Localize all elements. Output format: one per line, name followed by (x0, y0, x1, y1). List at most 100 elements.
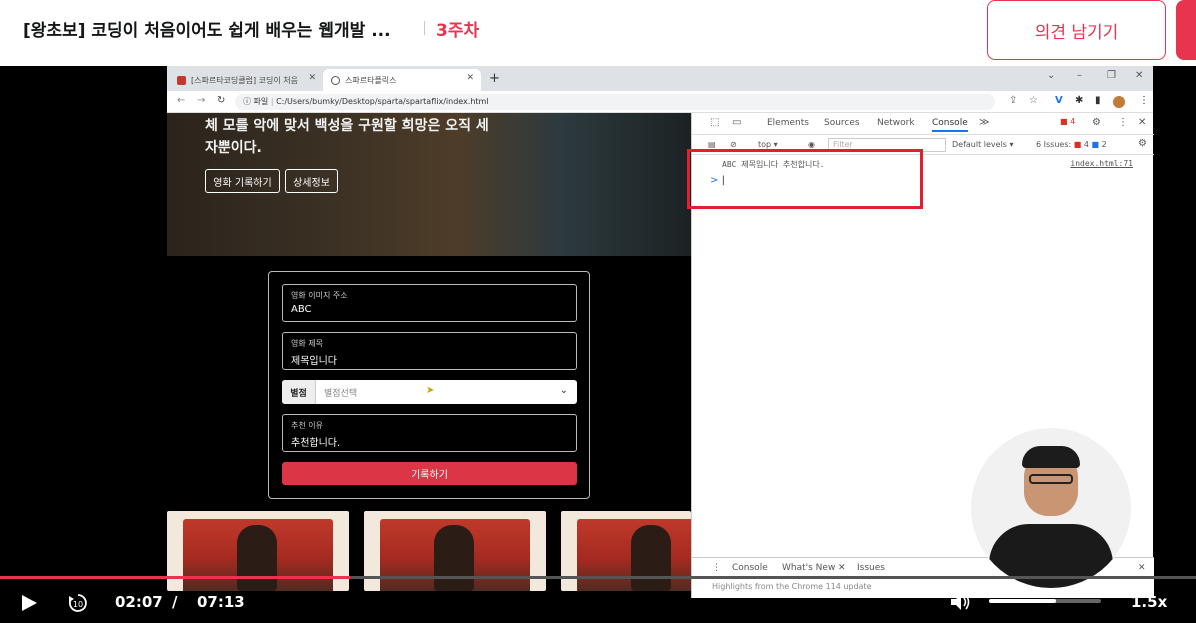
rating-tag: 별점 (282, 380, 316, 404)
kebab-menu-icon[interactable]: ⋮ (1118, 117, 1128, 128)
feedback-button[interactable]: 의견 남기기 (987, 0, 1166, 60)
profile-avatar[interactable] (1113, 96, 1125, 108)
title-field[interactable]: 영화 제목 제목입니다 (282, 332, 577, 370)
svg-text:10: 10 (73, 600, 83, 609)
webcam-hair (1022, 446, 1080, 468)
url-text: C:/Users/bumky/Desktop/sparta/spartaflix… (276, 97, 489, 106)
device-toolbar-icon[interactable]: ▭ (732, 117, 741, 128)
record-movie-button[interactable]: 영화 기록하기 (205, 169, 280, 193)
submit-button[interactable]: 기록하기 (282, 462, 577, 485)
hero-text-line: 자뿐이다. (205, 140, 262, 156)
console-source-link[interactable]: index.html:71 (1070, 159, 1133, 168)
course-header: [왕초보] 코딩이 처음이어도 쉽게 배우는 웹개발 ... 3주차 의견 남기… (0, 0, 1196, 66)
webpage: 체 모를 악에 맞서 백성을 구원할 희망은 오직 세 자뿐이다. 영화 기록하… (167, 113, 691, 598)
sidebar-icon[interactable]: ▮ (1095, 95, 1101, 106)
field-label: 영화 제목 (291, 339, 323, 348)
error-count: 4 (1070, 117, 1076, 126)
issues-info-count: 2 (1101, 140, 1107, 149)
share-icon[interactable]: ⇪ (1009, 95, 1017, 106)
volume-fill (989, 599, 1057, 603)
time-separator: / (172, 593, 178, 611)
rating-select[interactable]: 별점 별점선택 ➤ ⌄ (282, 380, 577, 404)
maximize-icon[interactable]: ❐ (1107, 70, 1116, 81)
issues-button[interactable]: 6 Issues: ■ 4 ■ 2 (1036, 140, 1107, 149)
tab-console[interactable]: Console (932, 118, 968, 132)
close-icon[interactable]: ✕ (1138, 117, 1146, 128)
hero-text-line: 체 모를 악에 맞서 백성을 구원할 희망은 오직 세 (205, 118, 489, 134)
tab-strip: [스파르타코딩클럽] 코딩이 처음 ✕ 스파르타플릭스 ✕ + ⌄ – ❐ ✕ (167, 66, 1153, 91)
details-button[interactable]: 상세정보 (285, 169, 338, 193)
movie-form: 영화 이미지 주소 ABC 영화 제목 제목입니다 별점 별점선택 ➤ ⌄ 추천… (268, 271, 590, 499)
minimize-icon[interactable]: – (1077, 70, 1082, 81)
inspect-icon[interactable]: ⬚ (710, 117, 719, 128)
current-time: 02:07 (115, 593, 163, 611)
hero-description: 체 모를 악에 맞서 백성을 구원할 희망은 오직 세 자뿐이다. (205, 115, 489, 159)
chevron-down-icon: ⌄ (559, 385, 568, 396)
tab-label: 스파르타플릭스 (345, 75, 397, 85)
close-icon[interactable]: ✕ (466, 73, 474, 83)
browser-tab-active[interactable]: 스파르타플릭스 ✕ (323, 69, 481, 91)
forward-icon[interactable]: → (197, 95, 205, 106)
tab-network[interactable]: Network (877, 118, 915, 128)
clear-console-icon[interactable]: ⊘ (730, 140, 737, 149)
progress-fill (0, 576, 351, 579)
log-levels-select[interactable]: Default levels ▾ (952, 140, 1014, 149)
rewind-10-icon[interactable]: 10 (66, 591, 90, 615)
more-tabs-icon[interactable]: ≫ (979, 117, 989, 128)
duration: 07:13 (197, 593, 245, 611)
tab-sources[interactable]: Sources (824, 118, 860, 128)
info-icon: ⓘ (243, 97, 251, 106)
highlight-box (687, 149, 923, 209)
issues-label: 6 Issues: (1036, 140, 1072, 149)
menu-icon[interactable]: ⋮ (1139, 95, 1149, 106)
devtools-tabbar: ⬚ ▭ Elements Sources Network Console ≫ ■… (692, 113, 1154, 135)
play-icon[interactable] (20, 594, 38, 612)
context-value: top (758, 140, 772, 149)
star-icon[interactable]: ☆ (1029, 95, 1038, 106)
instructor-webcam (971, 428, 1131, 588)
reload-icon[interactable]: ↻ (217, 95, 225, 106)
new-tab-icon[interactable]: + (489, 71, 500, 86)
back-icon[interactable]: ← (177, 95, 185, 106)
url-prefix: 파일 (253, 97, 269, 106)
week-label: 3주차 (436, 21, 480, 41)
divider (424, 21, 425, 35)
url-separator: | (270, 97, 274, 106)
issues-error-count: 4 (1083, 140, 1089, 149)
field-label: 영화 이미지 주소 (291, 291, 348, 300)
eye-icon[interactable]: ◉ (808, 140, 815, 149)
error-count-badge[interactable]: ■ 4 (1060, 117, 1075, 126)
browser-tab[interactable]: [스파르타코딩클럽] 코딩이 처음 ✕ (169, 69, 323, 91)
field-value: 추천합니다. (291, 438, 341, 449)
levels-value: Default levels (952, 140, 1007, 149)
tab-elements[interactable]: Elements (767, 118, 809, 128)
extension-v-icon[interactable]: V (1055, 95, 1063, 106)
image-url-field[interactable]: 영화 이미지 주소 ABC (282, 284, 577, 322)
url-field[interactable]: ⓘ 파일 | C:/Users/bumky/Desktop/sparta/spa… (235, 94, 995, 110)
playback-speed[interactable]: 1.5x (1131, 593, 1167, 611)
video-player[interactable]: [스파르타코딩클럽] 코딩이 처음 ✕ 스파르타플릭스 ✕ + ⌄ – ❐ ✕ … (0, 66, 1196, 623)
puzzle-icon[interactable]: ✱ (1075, 95, 1083, 106)
webcam-glasses (1029, 474, 1073, 484)
field-value: ABC (291, 304, 312, 315)
field-value: 제목입니다 (291, 356, 337, 367)
next-button-edge[interactable] (1176, 0, 1196, 60)
globe-icon (331, 75, 340, 85)
hero-banner: 체 모를 악에 맞서 백성을 구원할 희망은 오직 세 자뿐이다. 영화 기록하… (167, 113, 691, 256)
chevron-down-icon[interactable]: ⌄ (1047, 70, 1055, 81)
course-title: [왕초보] 코딩이 처음이어도 쉽게 배우는 웹개발 ... (23, 21, 391, 41)
rating-placeholder: 별점선택 (324, 389, 358, 399)
close-icon[interactable]: ✕ (308, 73, 316, 83)
sidebar-toggle-icon[interactable]: ▤ (708, 140, 716, 149)
cursor-icon: ➤ (426, 385, 435, 396)
volume-icon[interactable] (950, 593, 972, 611)
sparta-favicon-icon (177, 75, 186, 85)
settings-icon[interactable]: ⚙ (1138, 138, 1147, 149)
tab-label: [스파르타코딩클럽] 코딩이 처음 (191, 75, 299, 85)
gear-icon[interactable]: ⚙ (1092, 117, 1101, 128)
context-select[interactable]: top ▾ (758, 140, 778, 149)
reason-field[interactable]: 추천 이유 추천합니다. (282, 414, 577, 452)
close-window-icon[interactable]: ✕ (1135, 70, 1143, 81)
address-bar: ← → ↻ ⓘ 파일 | C:/Users/bumky/Desktop/spar… (167, 91, 1153, 113)
player-controls: 10 02:07 / 07:13 1.5x (0, 570, 1196, 623)
